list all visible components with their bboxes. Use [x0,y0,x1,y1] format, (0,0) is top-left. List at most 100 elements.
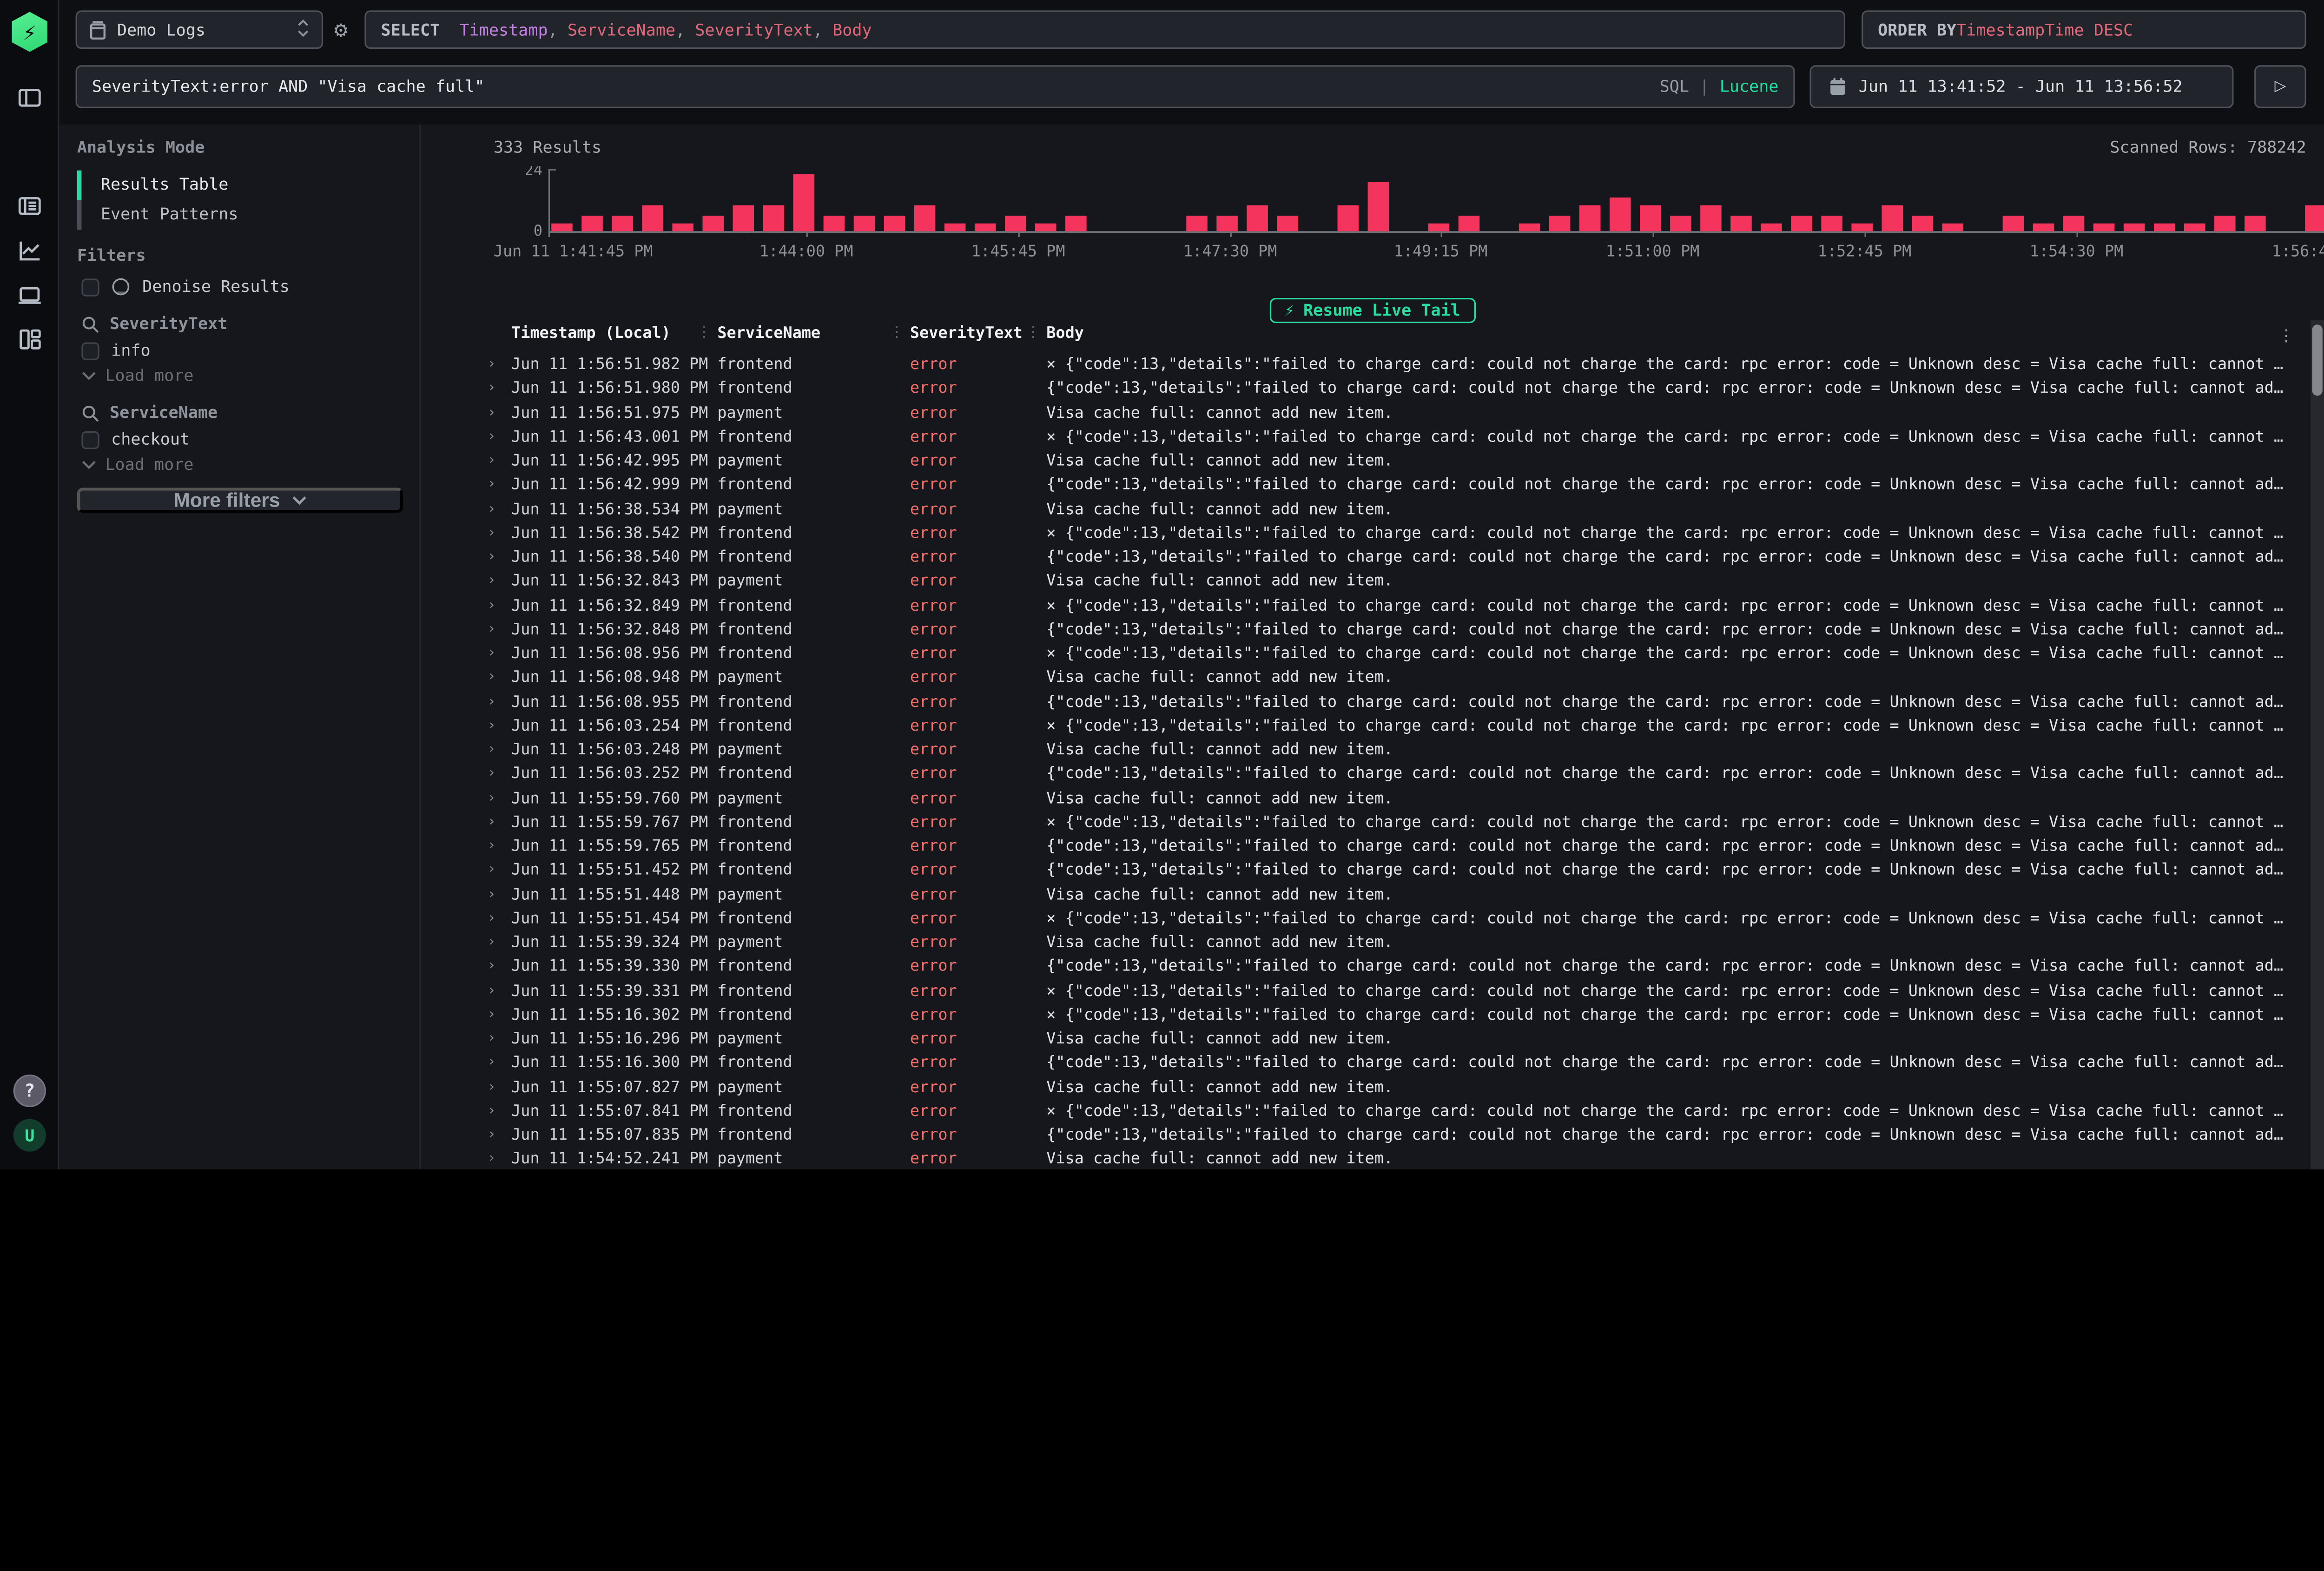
col-servicename[interactable]: ServiceName⋮ [717,320,910,347]
row-expand-chevron-icon[interactable]: › [488,521,511,546]
table-row[interactable]: ›Jun 11 1:54:52.241 PMpaymenterrorVisa c… [421,1148,2324,1169]
table-row[interactable]: ›Jun 11 1:55:07.827 PMpaymenterrorVisa c… [421,1075,2324,1099]
column-resize-icon[interactable]: ⋮ [889,320,904,347]
row-expand-chevron-icon[interactable]: › [488,979,511,1003]
chart-explorer-icon[interactable] [16,237,43,264]
row-expand-chevron-icon[interactable]: › [488,666,511,690]
table-row[interactable]: ›Jun 11 1:56:32.843 PMpaymenterrorVisa c… [421,569,2324,594]
table-row[interactable]: ›Jun 11 1:55:39.330 PMfrontenderror{"cod… [421,955,2324,979]
row-expand-chevron-icon[interactable]: › [488,858,511,883]
table-row[interactable]: ›Jun 11 1:55:59.765 PMfrontenderror{"cod… [421,834,2324,858]
row-expand-chevron-icon[interactable]: › [488,955,511,979]
row-expand-chevron-icon[interactable]: › [488,883,511,907]
denoise-checkbox[interactable] [81,278,99,296]
row-expand-chevron-icon[interactable]: › [488,1123,511,1148]
table-row[interactable]: ›Jun 11 1:55:07.841 PMfrontenderror× {"c… [421,1099,2324,1123]
resume-live-tail-button[interactable]: ⚡ Resume Live Tail [1270,298,1475,323]
row-expand-chevron-icon[interactable]: › [488,1027,511,1051]
filter-option-checkout[interactable]: checkout [81,430,190,449]
table-row[interactable]: ›Jun 11 1:56:08.956 PMfrontenderror× {"c… [421,642,2324,666]
row-expand-chevron-icon[interactable]: › [488,353,511,377]
table-row[interactable]: ›Jun 11 1:56:42.999 PMfrontenderror{"cod… [421,473,2324,497]
table-row[interactable]: ›Jun 11 1:56:32.849 PMfrontenderror× {"c… [421,594,2324,618]
app-logo-icon[interactable]: ⚡ [12,12,48,52]
search-logs-icon[interactable] [16,193,43,219]
search-icon[interactable] [81,404,99,422]
table-row[interactable]: ›Jun 11 1:55:16.296 PMpaymenterrorVisa c… [421,1027,2324,1051]
col-timestamp[interactable]: Timestamp (Local)⋮ [511,320,717,347]
row-expand-chevron-icon[interactable]: › [488,738,511,762]
table-row[interactable]: ›Jun 11 1:55:51.454 PMfrontenderror× {"c… [421,907,2324,931]
table-row[interactable]: ›Jun 11 1:55:16.300 PMfrontenderror{"cod… [421,1051,2324,1076]
row-expand-chevron-icon[interactable]: › [488,931,511,955]
table-row[interactable]: ›Jun 11 1:56:51.982 PMfrontenderror× {"c… [421,353,2324,377]
row-expand-chevron-icon[interactable]: › [488,401,511,425]
language-toggle-lucene[interactable]: Lucene [1720,77,1779,96]
row-expand-chevron-icon[interactable]: › [488,594,511,618]
order-by-input[interactable]: ORDER BY TimestampTime DESC [1862,10,2306,49]
row-expand-chevron-icon[interactable]: › [488,377,511,401]
row-expand-chevron-icon[interactable]: › [488,810,511,834]
source-settings-gear-icon[interactable]: ⚙ [328,16,354,43]
table-row[interactable]: ›Jun 11 1:56:42.995 PMpaymenterrorVisa c… [421,449,2324,473]
row-expand-chevron-icon[interactable]: › [488,1003,511,1027]
row-expand-chevron-icon[interactable]: › [488,907,511,931]
checkout-checkbox[interactable] [81,430,99,448]
table-row[interactable]: ›Jun 11 1:56:51.980 PMfrontenderror{"cod… [421,377,2324,401]
run-query-button[interactable]: ▷ [2254,65,2306,108]
row-expand-chevron-icon[interactable]: › [488,1075,511,1099]
search-icon[interactable] [81,315,99,333]
table-row[interactable]: ›Jun 11 1:56:03.254 PMfrontenderror× {"c… [421,714,2324,738]
table-row[interactable]: ›Jun 11 1:55:59.760 PMpaymenterrorVisa c… [421,786,2324,811]
table-row[interactable]: ›Jun 11 1:55:39.331 PMfrontenderror× {"c… [421,979,2324,1003]
sessions-icon[interactable] [16,282,43,308]
language-toggle-sql[interactable]: SQL [1660,77,1689,96]
mode-event-patterns[interactable]: Event Patterns [77,200,403,230]
table-scrollbar[interactable] [2311,320,2324,1169]
row-expand-chevron-icon[interactable]: › [488,690,511,714]
row-expand-chevron-icon[interactable]: › [488,834,511,858]
table-row[interactable]: ›Jun 11 1:56:03.248 PMpaymenterrorVisa c… [421,738,2324,762]
mode-results-table[interactable]: Results Table [77,171,403,200]
info-checkbox[interactable] [81,342,99,359]
results-histogram[interactable]: 240 [494,166,2324,237]
row-expand-chevron-icon[interactable]: › [488,425,511,449]
col-severitytext[interactable]: SeverityText⋮ [910,320,1046,347]
table-row[interactable]: ›Jun 11 1:55:51.452 PMfrontenderror{"cod… [421,858,2324,883]
table-row[interactable]: ›Jun 11 1:56:43.001 PMfrontenderror× {"c… [421,425,2324,449]
table-row[interactable]: ›Jun 11 1:56:08.948 PMpaymenterrorVisa c… [421,666,2324,690]
column-resize-icon[interactable]: ⋮ [1026,320,1041,347]
table-row[interactable]: ›Jun 11 1:56:08.955 PMfrontenderror{"cod… [421,690,2324,714]
table-row[interactable]: ›Jun 11 1:55:39.324 PMpaymenterrorVisa c… [421,931,2324,955]
more-filters-button[interactable]: More filters [77,488,403,513]
table-row[interactable]: ›Jun 11 1:56:38.542 PMfrontenderror× {"c… [421,521,2324,546]
table-row[interactable]: ›Jun 11 1:56:32.848 PMfrontenderror{"cod… [421,618,2324,642]
row-expand-chevron-icon[interactable]: › [488,473,511,497]
table-row[interactable]: ›Jun 11 1:56:03.252 PMfrontenderror{"cod… [421,762,2324,786]
user-avatar[interactable]: U [13,1119,46,1152]
row-expand-chevron-icon[interactable]: › [488,1099,511,1123]
help-button[interactable]: ? [13,1075,46,1107]
scrollbar-thumb[interactable] [2312,324,2322,396]
collapse-sidebar-icon[interactable] [16,85,43,111]
table-row[interactable]: ›Jun 11 1:55:59.767 PMfrontenderror× {"c… [421,810,2324,834]
table-row[interactable]: ›Jun 11 1:55:07.835 PMfrontenderror{"cod… [421,1123,2324,1148]
row-expand-chevron-icon[interactable]: › [488,569,511,594]
row-expand-chevron-icon[interactable]: › [488,642,511,666]
table-row[interactable]: ›Jun 11 1:56:51.975 PMpaymenterrorVisa c… [421,401,2324,425]
denoise-results-row[interactable]: Denoise Results [81,277,290,296]
filter-option-info[interactable]: info [81,341,150,360]
table-row[interactable]: ›Jun 11 1:56:38.540 PMfrontenderror{"cod… [421,545,2324,569]
row-expand-chevron-icon[interactable]: › [488,545,511,569]
load-more-severitytext[interactable]: Load more [81,366,193,385]
row-expand-chevron-icon[interactable]: › [488,714,511,738]
dashboards-icon[interactable] [16,326,43,353]
row-expand-chevron-icon[interactable]: › [488,618,511,642]
time-range-picker[interactable]: Jun 11 13:41:52 - Jun 11 13:56:52 [1809,65,2233,108]
row-expand-chevron-icon[interactable]: › [488,762,511,786]
column-resize-icon[interactable]: ⋮ [697,320,712,347]
row-expand-chevron-icon[interactable]: › [488,497,511,521]
row-expand-chevron-icon[interactable]: › [488,449,511,473]
row-expand-chevron-icon[interactable]: › [488,1051,511,1076]
col-body[interactable]: Body [1046,320,2324,347]
